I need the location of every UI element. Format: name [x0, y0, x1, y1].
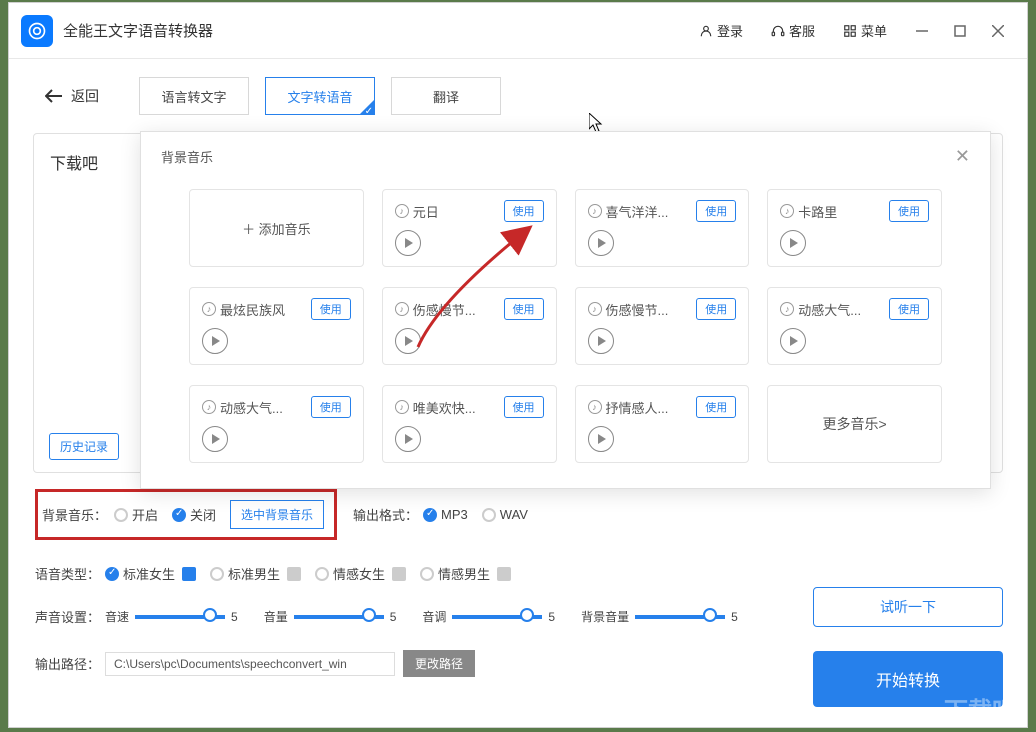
- note-icon: ♪: [395, 204, 409, 218]
- music-card[interactable]: ♪动感大气...使用: [189, 385, 364, 463]
- slider-volume[interactable]: 音量5: [264, 608, 397, 625]
- back-button[interactable]: 返回: [45, 86, 99, 106]
- play-button[interactable]: [202, 426, 228, 452]
- tab-text-to-speech[interactable]: 文字转语音 ✓: [265, 77, 375, 115]
- modal-close-button[interactable]: ✕: [955, 146, 970, 167]
- use-button[interactable]: 使用: [504, 200, 544, 222]
- voice-label: 语音类型：: [35, 564, 105, 583]
- select-bgm-button[interactable]: 选中背景音乐: [230, 500, 324, 529]
- convert-button[interactable]: 开始转换: [813, 651, 1003, 707]
- slider-bgm-volume[interactable]: 背景音量5: [581, 608, 738, 625]
- use-button[interactable]: 使用: [311, 396, 351, 418]
- add-music-label: ＋ 添加音乐: [242, 219, 311, 238]
- app-logo: [21, 15, 53, 47]
- music-card[interactable]: ♪伤感慢节...使用: [575, 287, 750, 365]
- tab-translate[interactable]: 翻译: [391, 77, 501, 115]
- play-button[interactable]: [202, 328, 228, 354]
- note-icon: ♪: [588, 204, 602, 218]
- tab-speech-to-text[interactable]: 语言转文字: [139, 77, 249, 115]
- music-card[interactable]: ♪最炫民族风使用: [189, 287, 364, 365]
- arrow-left-icon: [45, 89, 63, 103]
- play-button[interactable]: [395, 230, 421, 256]
- bgm-on-radio[interactable]: 开启: [114, 505, 158, 524]
- music-card[interactable]: ♪唯美欢快...使用: [382, 385, 557, 463]
- maximize-button[interactable]: [943, 16, 977, 46]
- subheader: 返回 语言转文字 文字转语音 ✓ 翻译: [9, 59, 1027, 133]
- modal-title: 背景音乐: [161, 147, 213, 166]
- format-label: 输出格式：: [353, 505, 423, 524]
- use-button[interactable]: 使用: [696, 200, 736, 222]
- use-button[interactable]: 使用: [311, 298, 351, 320]
- music-card[interactable]: ♪伤感慢节...使用: [382, 287, 557, 365]
- bgm-label: 背景音乐：: [38, 505, 114, 524]
- format-wav-radio[interactable]: WAV: [482, 507, 528, 522]
- output-path-input[interactable]: [105, 652, 395, 676]
- speaker-icon: [392, 567, 406, 581]
- slider-pitch[interactable]: 音调5: [422, 608, 555, 625]
- use-button[interactable]: 使用: [889, 298, 929, 320]
- bgm-off-radio[interactable]: 关闭: [172, 505, 216, 524]
- use-button[interactable]: 使用: [696, 298, 736, 320]
- use-button[interactable]: 使用: [504, 396, 544, 418]
- music-card[interactable]: ♪卡路里使用: [767, 189, 942, 267]
- support-button[interactable]: 客服: [757, 15, 829, 46]
- play-button[interactable]: [780, 328, 806, 354]
- headset-icon: [771, 24, 785, 38]
- menu-button[interactable]: 菜单: [829, 15, 901, 46]
- use-button[interactable]: 使用: [696, 396, 736, 418]
- note-icon: ♪: [780, 302, 794, 316]
- login-button[interactable]: 登录: [685, 15, 757, 46]
- output-label: 输出路径：: [35, 654, 105, 673]
- app-title: 全能王文字语音转换器: [63, 20, 213, 41]
- speaker-icon: [287, 567, 301, 581]
- speaker-icon: [497, 567, 511, 581]
- change-path-button[interactable]: 更改路径: [403, 650, 475, 677]
- play-button[interactable]: [588, 426, 614, 452]
- bgm-modal: 背景音乐 ✕ ＋ 添加音乐 ♪元日使用♪喜气洋洋...使用♪卡路里使用 ♪最炫民族风…: [140, 131, 991, 489]
- minimize-button[interactable]: [905, 16, 939, 46]
- use-button[interactable]: 使用: [504, 298, 544, 320]
- grid-icon: [843, 24, 857, 38]
- music-card[interactable]: ♪抒情感人...使用: [575, 385, 750, 463]
- bgm-highlight-box: 背景音乐： 开启 关闭 选中背景音乐: [35, 489, 337, 540]
- add-music-card[interactable]: ＋ 添加音乐: [189, 189, 364, 267]
- note-icon: ♪: [588, 400, 602, 414]
- sound-label: 声音设置：: [35, 607, 105, 626]
- voice-2-radio[interactable]: 情感女生: [315, 564, 406, 583]
- titlebar: 全能王文字语音转换器 登录 客服 菜单: [9, 3, 1027, 59]
- play-button[interactable]: [395, 328, 421, 354]
- preview-button[interactable]: 试听一下: [813, 587, 1003, 627]
- app-window: 全能王文字语音转换器 登录 客服 菜单 返回 语言转文字 文字转语音 ✓ 翻译: [8, 2, 1028, 728]
- history-button[interactable]: 历史记录: [49, 433, 119, 460]
- voice-1-radio[interactable]: 标准男生: [210, 564, 301, 583]
- action-column: 试听一下 开始转换: [813, 587, 1003, 707]
- note-icon: ♪: [588, 302, 602, 316]
- play-button[interactable]: [780, 230, 806, 256]
- voice-3-radio[interactable]: 情感男生: [420, 564, 511, 583]
- play-button[interactable]: [588, 328, 614, 354]
- use-button[interactable]: 使用: [889, 200, 929, 222]
- format-mp3-radio[interactable]: MP3: [423, 507, 468, 522]
- music-card[interactable]: ♪元日使用: [382, 189, 557, 267]
- music-card[interactable]: ♪喜气洋洋...使用: [575, 189, 750, 267]
- note-icon: ♪: [202, 302, 216, 316]
- speaker-icon: [182, 567, 196, 581]
- more-music-label: 更多音乐>: [823, 414, 887, 434]
- music-card[interactable]: ♪动感大气...使用: [767, 287, 942, 365]
- play-button[interactable]: [395, 426, 421, 452]
- note-icon: ♪: [780, 204, 794, 218]
- note-icon: ♪: [395, 400, 409, 414]
- close-button[interactable]: [981, 16, 1015, 46]
- note-icon: ♪: [395, 302, 409, 316]
- user-icon: [699, 24, 713, 38]
- voice-0-radio[interactable]: 标准女生: [105, 564, 196, 583]
- play-button[interactable]: [588, 230, 614, 256]
- slider-speed[interactable]: 音速5: [105, 608, 238, 625]
- note-icon: ♪: [202, 400, 216, 414]
- more-music-card[interactable]: 更多音乐>: [767, 385, 942, 463]
